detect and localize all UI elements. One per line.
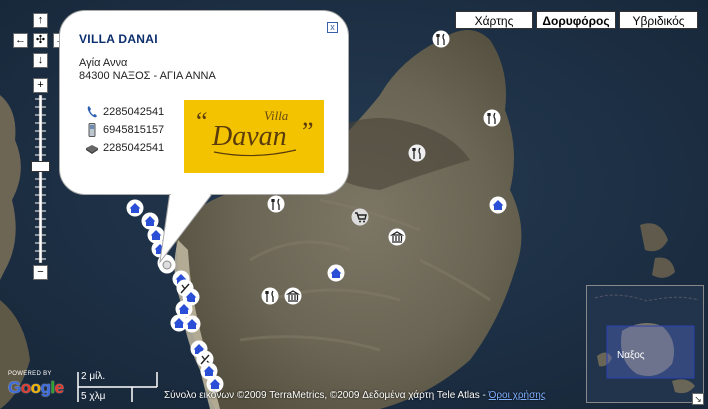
shopping-marker[interactable] [351,208,369,226]
museum-marker[interactable] [284,287,302,305]
mobile-phone-icon [88,123,96,137]
house-marker[interactable] [489,196,507,214]
fax-number: 2285042541 [103,142,165,154]
pan-down-button[interactable]: ↓ [33,53,48,68]
restaurant-marker[interactable] [432,30,450,48]
overview-map[interactable] [586,285,704,403]
powered-by-text: POWERED BY [8,371,52,377]
pan-up-button[interactable]: ↑ [33,13,48,28]
info-window-title: VILLA DANAI [79,32,158,46]
selected-location-marker[interactable] [158,256,176,274]
pan-left-button[interactable]: ← [13,33,28,48]
zoom-slider-track[interactable] [33,95,48,263]
restaurant-marker[interactable] [483,109,501,127]
restaurant-marker[interactable] [267,195,285,213]
terms-of-use-link[interactable]: Όροι χρήσης [489,390,546,401]
overview-map-label: Ναξος [617,350,645,361]
house-marker[interactable] [183,315,201,333]
address-line-2: 84300 ΝΑΞΟΣ - ΑΓΙΑ ΑΝΝΑ [79,70,216,82]
scale-label-km: 5 χλμ [81,391,106,402]
mobile-number: 6945815157 [103,124,165,136]
zoom-slider-thumb[interactable] [31,161,50,172]
overview-map-toggle-button[interactable]: ↘ [692,393,704,405]
info-window-close-button[interactable]: x [327,22,338,33]
attribution-text: Σύνολο εικόνων ©2009 TerraMetrics, ©2009… [164,390,489,401]
pan-center-button[interactable]: ✣ [33,33,48,48]
zoom-out-button[interactable]: − [33,265,48,280]
house-marker[interactable] [173,203,191,221]
svg-text:Davan: Davan [211,121,287,152]
zoom-in-button[interactable]: + [33,78,48,93]
address-line-1: Αγία Αννα [79,57,128,69]
restaurant-marker[interactable] [261,287,279,305]
restaurant-marker[interactable] [408,144,426,162]
fax-icon [86,145,98,154]
overview-map-imagery [587,286,703,402]
phone-icon [87,106,97,118]
map-attribution: Σύνολο εικόνων ©2009 TerraMetrics, ©2009… [164,390,546,401]
house-marker[interactable] [327,264,345,282]
phone-number: 2285042541 [103,106,165,118]
map-type-map-button[interactable]: Χάρτης [455,11,533,29]
museum-marker[interactable] [388,228,406,246]
svg-text:“: “ [196,107,208,136]
svg-text:”: ” [302,117,314,146]
map-type-satellite-button[interactable]: Δορυφόρος [536,11,616,29]
satellite-map[interactable]: Χάρτης Δορυφόρος Υβριδικός ↑ ← ✣ → ↓ + −… [0,0,708,409]
villa-davan-logo: Villa Davan “ ” [184,100,324,173]
scale-label-miles: 2 μίλ. [81,371,106,382]
map-type-hybrid-button[interactable]: Υβριδικός [619,11,698,29]
google-logo[interactable]: Google [8,378,64,398]
